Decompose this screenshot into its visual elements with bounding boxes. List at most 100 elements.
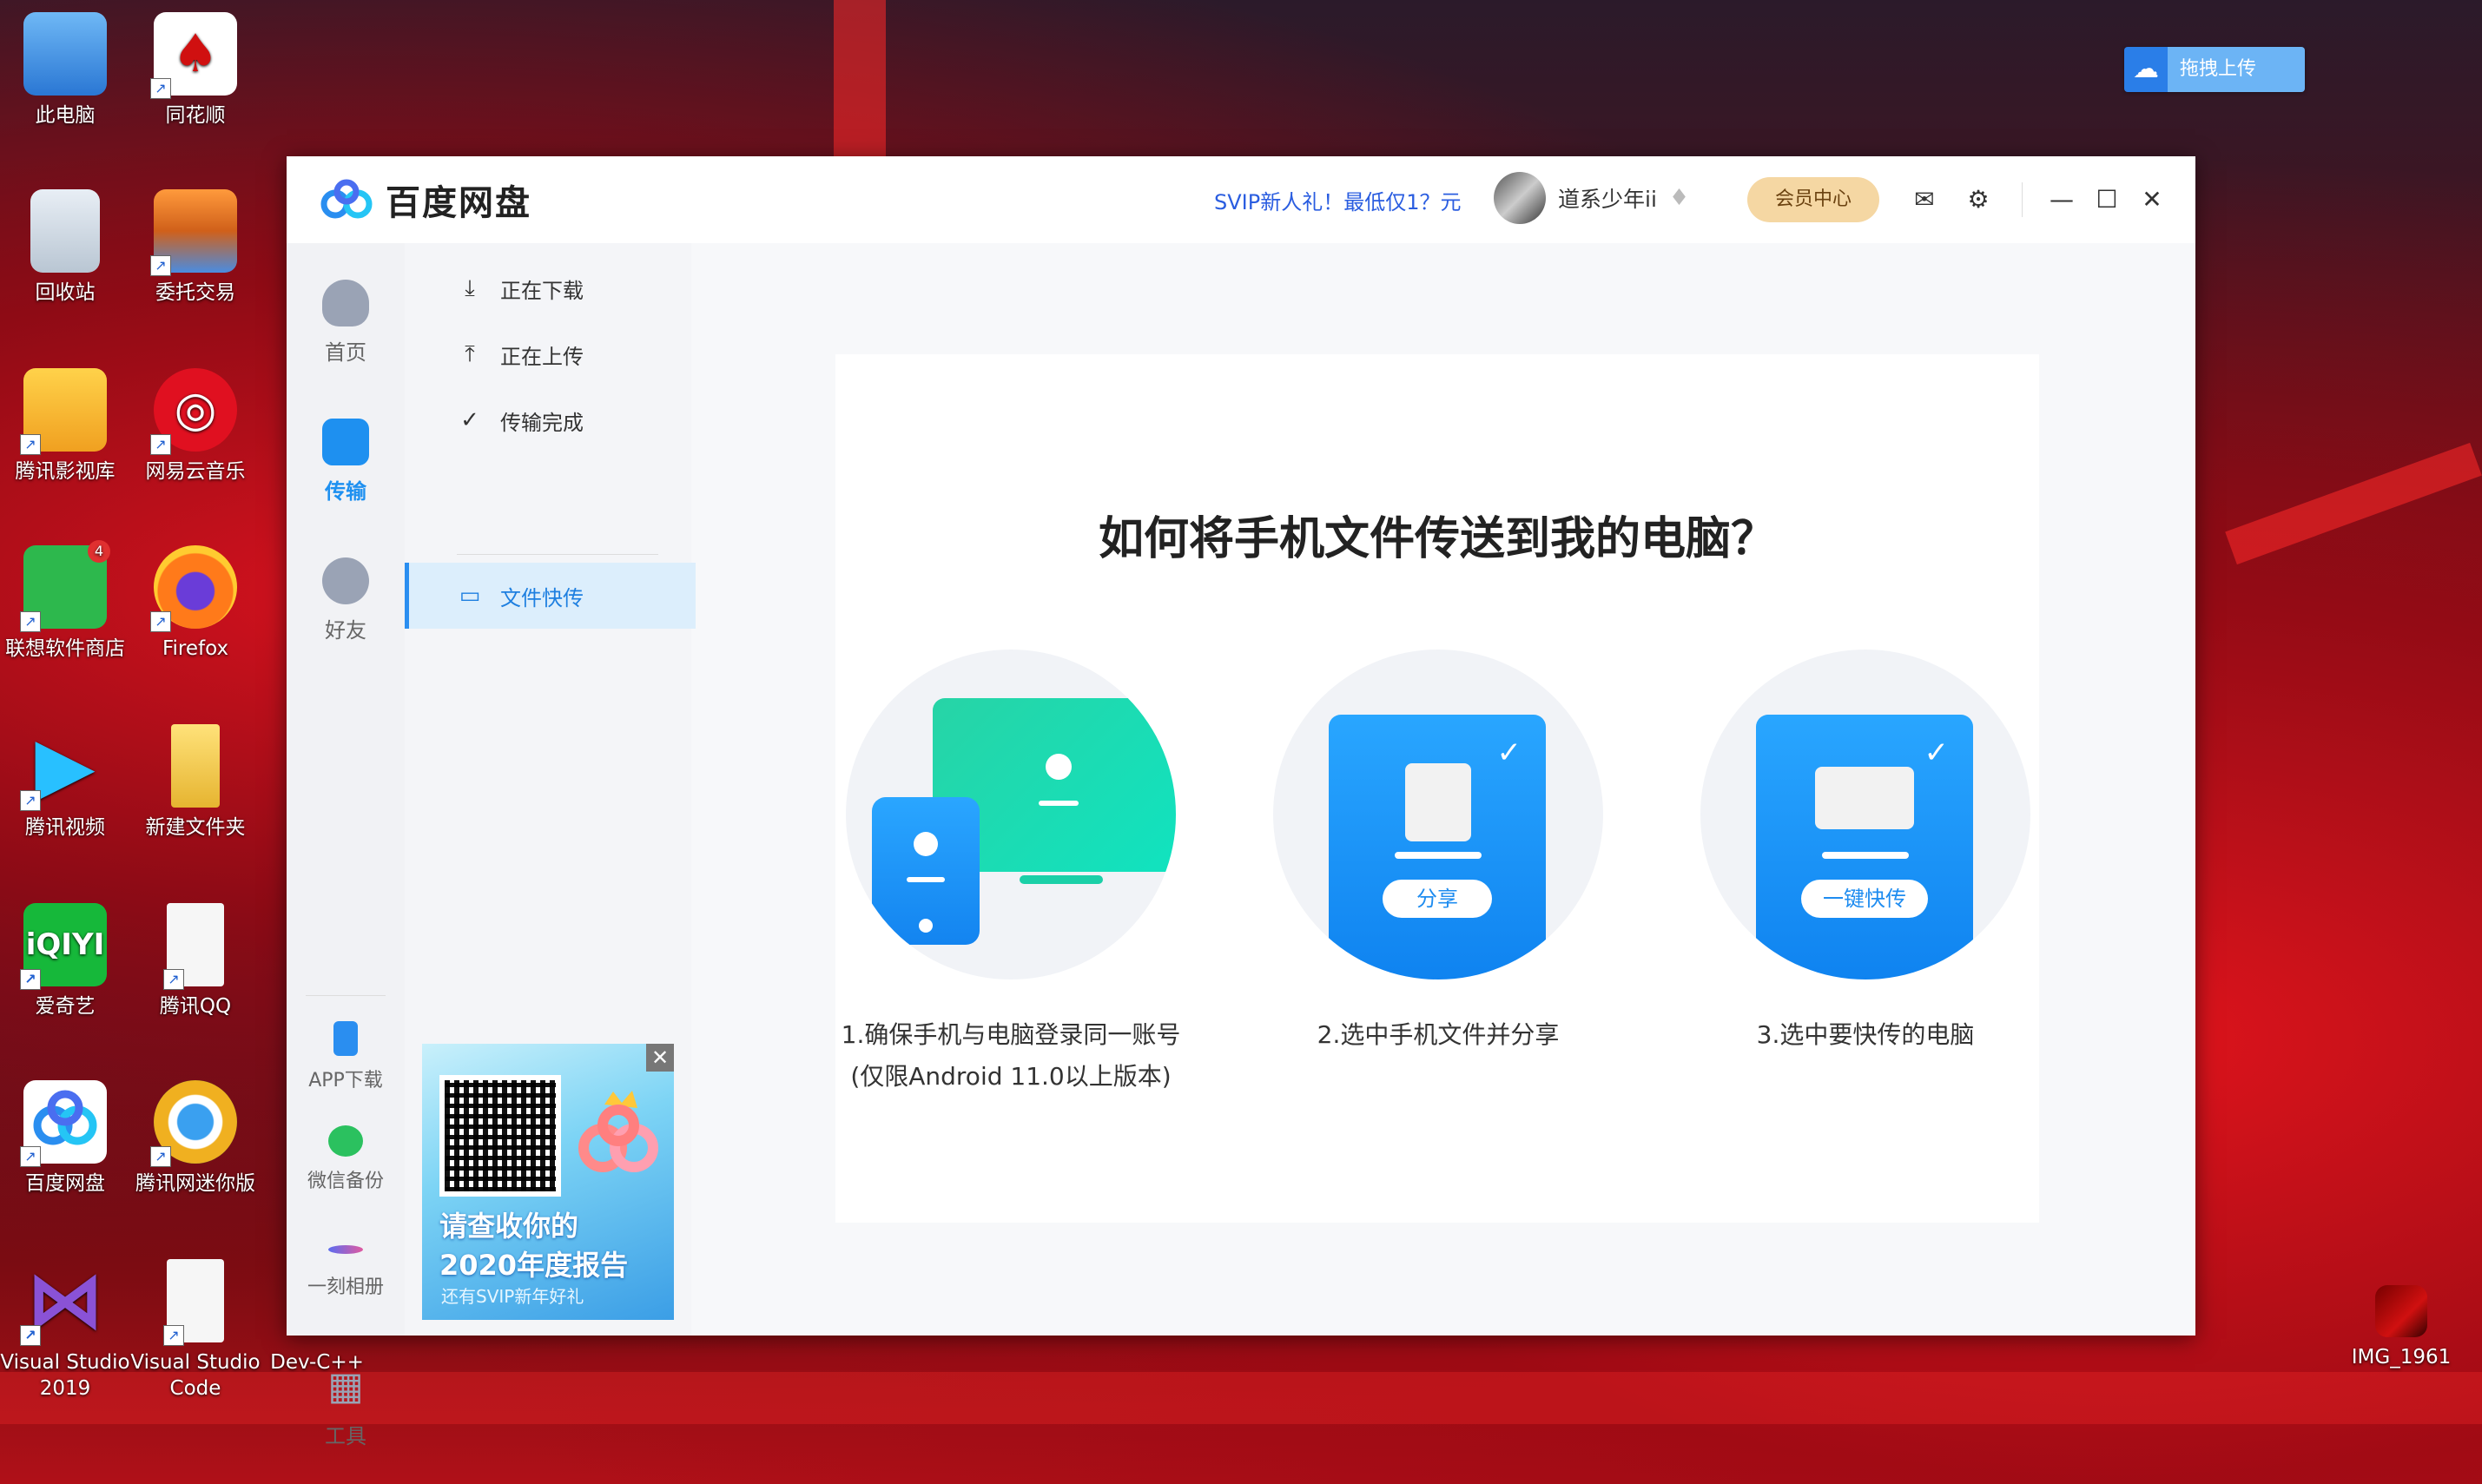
rail-item-transfer[interactable]: 传输 (287, 419, 405, 505)
menu-item-label: 正在上传 (500, 344, 584, 369)
step-2-caption: 2.选中手机文件并分享 (1238, 1014, 1638, 1056)
vip-center-button[interactable]: 会员中心 (1747, 177, 1879, 222)
desktop-icon-label: 网易云音乐 (145, 460, 246, 483)
avatar (1494, 172, 1546, 224)
ad-close-button[interactable]: ✕ (646, 1044, 674, 1072)
desktop-icon-iqiyi[interactable]: iQIYI ↗ 爱奇艺 (0, 903, 130, 1019)
rail-item-app-download[interactable]: APP下载 (287, 1021, 405, 1092)
desktop-icon-baidu-netdisk[interactable]: ↗ 百度网盘 (0, 1080, 130, 1197)
menu-item-completed[interactable]: ✓ 传输完成 (405, 387, 691, 453)
desktop-icon-recycle-bin[interactable]: 回收站 (0, 189, 130, 306)
fast-transfer-card: ✓ 一键快传 (1756, 715, 1973, 979)
user-profile[interactable]: 道系少年ii ♦ (1494, 172, 1695, 224)
drag-upload-label: 拖拽上传 (2180, 58, 2257, 80)
divider-bar (1822, 852, 1909, 859)
close-icon[interactable]: ✕ (2135, 182, 2169, 217)
share-button: 分享 (1383, 880, 1492, 918)
desktop-icon-tencent-mini[interactable]: ↗ 腾讯网迷你版 (122, 1080, 269, 1197)
step-3-caption: 3.选中要快传的电脑 (1666, 1014, 2065, 1056)
step-1-caption: 1.确保手机与电脑登录同一账号 (仅限Android 11.0以上版本) (811, 1014, 1211, 1098)
settings-icon[interactable]: ⚙ (1961, 182, 1996, 217)
rail-item-home[interactable]: 首页 (287, 280, 405, 366)
checkmark-icon: ✓ (1924, 735, 1950, 770)
desktop-icon-this-pc[interactable]: 此电脑 (0, 12, 130, 129)
maximize-icon[interactable]: ☐ (2089, 182, 2124, 217)
rail-item-friends[interactable]: 好友 (287, 557, 405, 643)
step-3-caption-line1: 3.选中要快传的电脑 (1756, 1020, 1975, 1049)
wallpaper-stripe (834, 0, 886, 174)
desktop-icon-qq[interactable]: ↗ 腾讯QQ (130, 903, 261, 1019)
desktop-icon-weituo[interactable]: ↗ 委托交易 (130, 189, 261, 306)
menu-item-file-fast-transfer[interactable]: ▭ 文件快传 (405, 563, 696, 629)
desktop-icon-label: 联想软件商店 (5, 637, 125, 660)
step-1-caption-line1: 1.确保手机与电脑登录同一账号 (841, 1020, 1181, 1049)
fast-transfer-panel: 如何将手机文件传送到我的电脑？ 1.确保手机与电脑登录同一账号 (仅限Andro… (835, 354, 2039, 1223)
rail-item-album[interactable]: 一刻相册 (287, 1233, 405, 1299)
desktop-icon-firefox[interactable]: ↗ Firefox (130, 545, 261, 662)
step-1-illustration (846, 650, 1176, 979)
house-icon: ↗ (150, 189, 237, 276)
rail-item-label: 首页 (325, 340, 366, 365)
step-3: ✓ 一键快传 3.选中要快传的电脑 (1700, 650, 2030, 1049)
desktop-icon-new-folder[interactable]: 新建文件夹 (130, 724, 261, 841)
rail-item-label: 好友 (325, 618, 366, 643)
checkmark-icon: ✓ (1496, 735, 1522, 770)
ad-title-line2: 2020年度报告 (439, 1249, 629, 1282)
rail-item-label: 传输 (325, 479, 366, 504)
download-icon: ⤓ (465, 274, 475, 301)
desktop-icon-tencent-video[interactable]: ▶ ↗ 腾讯视频 (0, 724, 130, 841)
rail-item-label: 工具 (325, 1424, 366, 1448)
drag-upload-widget[interactable]: ☁ 拖拽上传 (2124, 47, 2305, 92)
desktop-icon-label: 腾讯网迷你版 (135, 1172, 255, 1195)
cards-icon: ♠ ↗ (150, 12, 237, 99)
divider-bar (1395, 852, 1482, 859)
firefox-icon: ↗ (150, 545, 237, 632)
desktop-icon-lenovo-store[interactable]: ↗ 4 联想软件商店 (0, 540, 130, 662)
wechat-icon (328, 1125, 363, 1157)
annual-report-ad[interactable]: 请查收你的 2020年度报告 还有SVIP新年好礼 ✕ (422, 1044, 674, 1320)
upload-icon: ⤒ (465, 340, 475, 367)
desktop-icon-label: 腾讯QQ (159, 995, 232, 1018)
desktop-icon-label: IMG_1961 (2351, 1346, 2452, 1369)
minimize-icon[interactable]: — (2044, 182, 2079, 217)
desktop-icon-label: Visual Studio 2019 (0, 1351, 130, 1400)
step-1-caption-line2: (仅限Android 11.0以上版本) (850, 1062, 1172, 1091)
left-nav-rail: 首页 传输 好友 APP下载 微信备份 一刻相册 ▦ 工具 (287, 243, 405, 1448)
app-logo: 百度网盘 (320, 175, 531, 224)
mail-icon[interactable]: ✉ (1907, 182, 1942, 217)
baidu-cloud-icon: ☁ (2133, 54, 2159, 84)
menu-separator (457, 554, 658, 555)
desktop-icon-label: 百度网盘 (25, 1172, 105, 1195)
visual-studio-icon: ⋈ ↗ (20, 1259, 107, 1346)
desktop-icon-vs2019[interactable]: ⋈ ↗ Visual Studio 2019 (0, 1259, 130, 1402)
desktop-icon-netease-music[interactable]: ◎ ↗ 网易云音乐 (130, 368, 261, 485)
desktop-icon-img1961[interactable]: IMG_1961 (2336, 1285, 2466, 1370)
desktop-icon-label: 新建文件夹 (145, 816, 246, 839)
desktop-icon-label: 同花顺 (165, 104, 226, 127)
rail-item-wechat-backup[interactable]: 微信备份 (287, 1125, 405, 1193)
step-2-illustration: ✓ 分享 (1273, 650, 1603, 979)
desktop-icon-vscode[interactable]: ↗ Visual Studio Code (130, 1259, 261, 1402)
app-name: 百度网盘 (386, 183, 531, 223)
menu-item-uploading[interactable]: ⤒ 正在上传 (405, 321, 691, 387)
desktop-icon-label: 腾讯影视库 (15, 460, 116, 483)
desktop-icon-label: 委托交易 (155, 281, 235, 304)
username: 道系少年ii (1558, 187, 1657, 212)
file-icon: ↗ (163, 903, 224, 990)
step-2-caption-line1: 2.选中手机文件并分享 (1317, 1020, 1560, 1049)
rail-item-tools[interactable]: ▦ 工具 (287, 1363, 405, 1449)
desktop-icon-tencent-video-lib[interactable]: ↗ 腾讯影视库 (0, 368, 130, 485)
menu-item-downloading[interactable]: ⤓ 正在下载 (405, 255, 691, 321)
album-icon (328, 1245, 363, 1254)
diamond-icon: ♦ (1668, 185, 1690, 211)
computer-icon (1815, 767, 1914, 829)
svip-promo-link[interactable]: SVIP新人礼！最低仅1？元 (1214, 185, 1461, 215)
desktop-icon-tonghuashun[interactable]: ♠ ↗ 同花顺 (130, 12, 261, 129)
baidu-netdisk-logo-icon (320, 178, 373, 221)
iqiyi-icon: iQIYI ↗ (20, 903, 107, 990)
page-title: 如何将手机文件传送到我的电脑？ (1098, 513, 1776, 565)
phone-icon (333, 1021, 358, 1056)
music-icon: ◎ ↗ (150, 368, 237, 455)
desktop-icon-label: 爱奇艺 (35, 995, 96, 1018)
desktop-icon-label: 回收站 (35, 281, 96, 304)
